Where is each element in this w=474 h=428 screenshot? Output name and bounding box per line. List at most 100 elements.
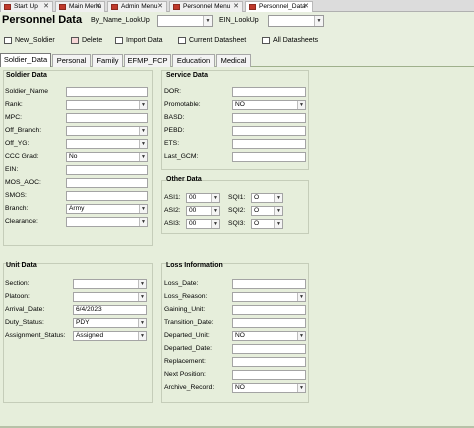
close-icon[interactable]: ✕ <box>43 2 49 12</box>
chevron-down-icon[interactable]: ▼ <box>139 205 147 213</box>
pebd-field[interactable] <box>232 126 306 136</box>
chevron-down-icon[interactable]: ▼ <box>211 207 219 215</box>
basd-field[interactable] <box>232 113 306 123</box>
platoon-combo[interactable]: ▼ <box>73 292 147 302</box>
chevron-down-icon[interactable]: ▼ <box>274 194 282 202</box>
off-branch-combo[interactable]: ▼ <box>66 126 148 136</box>
import-icon <box>115 37 123 44</box>
ets-label: ETS: <box>164 140 180 147</box>
transition-date-field[interactable] <box>232 318 306 328</box>
sqi3-combo[interactable]: O ▼ <box>251 219 283 229</box>
sqi1-label: SQI1: <box>228 194 246 201</box>
chevron-down-icon[interactable]: ▼ <box>138 293 146 301</box>
chevron-down-icon[interactable]: ▼ <box>211 220 219 228</box>
chevron-down-icon[interactable]: ▼ <box>139 140 147 148</box>
asi3-combo[interactable]: 00 ▼ <box>186 219 220 229</box>
chevron-down-icon[interactable]: ▼ <box>211 194 219 202</box>
current-datasheet-button[interactable]: Current Datasheet <box>178 35 246 46</box>
asi3-label: ASI3: <box>164 220 181 227</box>
section-combo[interactable]: ▼ <box>73 279 147 289</box>
tab-soldier-data[interactable]: Soldier_Data <box>0 53 51 68</box>
chevron-down-icon[interactable]: ▼ <box>203 16 212 26</box>
loss-reason-combo[interactable]: ▼ <box>232 292 306 302</box>
rank-combo[interactable]: ▼ <box>66 100 148 110</box>
ccc-grad-combo[interactable]: No ▼ <box>66 152 148 162</box>
sqi2-combo[interactable]: O ▼ <box>251 206 283 216</box>
all-datasheets-button[interactable]: All Datasheets <box>262 35 318 46</box>
assignment-status-combo[interactable]: Assigned ▼ <box>73 331 147 341</box>
clearance-combo[interactable]: ▼ <box>66 217 148 227</box>
gaining-unit-field[interactable] <box>232 305 306 315</box>
chevron-down-icon[interactable]: ▼ <box>138 280 146 288</box>
form-icon <box>173 4 180 10</box>
delete-button[interactable]: Delete <box>71 35 102 46</box>
sqi1-combo[interactable]: O ▼ <box>251 193 283 203</box>
tab-education[interactable]: Education <box>172 54 215 67</box>
archive-record-combo[interactable]: NO ▼ <box>232 383 306 393</box>
promotable-combo[interactable]: NO ▼ <box>232 100 306 110</box>
page-title: Personnel Data <box>2 14 83 26</box>
chevron-down-icon[interactable]: ▼ <box>139 218 147 226</box>
doc-tab-admin-menu[interactable]: Admin Menu ✕ <box>107 1 167 12</box>
chevron-down-icon[interactable]: ▼ <box>274 220 282 228</box>
tab-personal[interactable]: Personal <box>52 54 91 67</box>
dor-label: DOR: <box>164 88 181 95</box>
chevron-down-icon[interactable]: ▼ <box>274 207 282 215</box>
datasheet-icon <box>262 37 270 44</box>
loss-date-field[interactable] <box>232 279 306 289</box>
doc-tab-start-up[interactable]: Start Up ✕ <box>0 1 53 12</box>
close-icon[interactable]: ✕ <box>233 2 239 12</box>
tab-efmp-fcp[interactable]: EFMP_FCP <box>124 54 171 67</box>
chevron-down-icon[interactable]: ▼ <box>297 101 305 109</box>
arrival-date-field[interactable]: 6/4/2023 <box>73 305 147 315</box>
off-yg-label: Off_YG: <box>5 140 30 147</box>
dor-field[interactable] <box>232 87 306 97</box>
replacement-field[interactable] <box>232 357 306 367</box>
tab-family[interactable]: Family <box>92 54 123 67</box>
tab-medical[interactable]: Medical <box>216 54 251 67</box>
chevron-down-icon[interactable]: ▼ <box>297 293 305 301</box>
chevron-down-icon[interactable]: ▼ <box>138 319 146 327</box>
duty-status-label: Duty_Status: <box>5 319 44 326</box>
asi1-combo[interactable]: 00 ▼ <box>186 193 220 203</box>
off-yg-combo[interactable]: ▼ <box>66 139 148 149</box>
replacement-label: Replacement: <box>164 358 206 365</box>
lookup-name-label: By_Name_LookUp <box>91 17 150 24</box>
name-lookup-combo[interactable]: ▼ <box>157 15 213 27</box>
doc-tab-main-menu[interactable]: Main Menu ✕ <box>55 1 105 12</box>
ein-lookup-combo[interactable]: ▼ <box>268 15 324 27</box>
service-data-title: Service Data <box>166 72 209 79</box>
soldier-data-panel: Soldier Data Soldier_Name Rank: ▼ MPC: O… <box>0 67 474 428</box>
new-record-icon <box>4 37 12 44</box>
close-icon[interactable]: ✕ <box>303 2 309 12</box>
ets-field[interactable] <box>232 139 306 149</box>
datasheet-icon <box>178 37 186 44</box>
chevron-down-icon[interactable]: ▼ <box>139 101 147 109</box>
smos-field[interactable] <box>66 191 148 201</box>
mpc-field[interactable] <box>66 113 148 123</box>
ein-field[interactable] <box>66 165 148 175</box>
duty-status-combo[interactable]: PDY ▼ <box>73 318 147 328</box>
assignment-status-label: Assignment_Status: <box>5 332 66 339</box>
asi2-combo[interactable]: 00 ▼ <box>186 206 220 216</box>
mos-aoc-field[interactable] <box>66 178 148 188</box>
soldier-name-field[interactable] <box>66 87 148 97</box>
close-icon[interactable]: ✕ <box>157 2 163 12</box>
chevron-down-icon[interactable]: ▼ <box>297 332 305 340</box>
chevron-down-icon[interactable]: ▼ <box>314 16 323 26</box>
departed-unit-combo[interactable]: NO ▼ <box>232 331 306 341</box>
doc-tab-personnel-menu[interactable]: Personnel Menu ✕ <box>169 1 243 12</box>
chevron-down-icon[interactable]: ▼ <box>139 153 147 161</box>
close-icon[interactable]: ✕ <box>95 2 101 12</box>
chevron-down-icon[interactable]: ▼ <box>297 384 305 392</box>
new-soldier-button[interactable]: New_Soldier <box>4 35 55 46</box>
import-data-button[interactable]: Import Data <box>115 35 163 46</box>
next-position-field[interactable] <box>232 370 306 380</box>
departed-date-field[interactable] <box>232 344 306 354</box>
chevron-down-icon[interactable]: ▼ <box>139 127 147 135</box>
chevron-down-icon[interactable]: ▼ <box>138 332 146 340</box>
last-gcm-field[interactable] <box>232 152 306 162</box>
branch-combo[interactable]: Army ▼ <box>66 204 148 214</box>
loss-reason-label: Loss_Reason: <box>164 293 208 300</box>
form-icon <box>59 4 66 10</box>
